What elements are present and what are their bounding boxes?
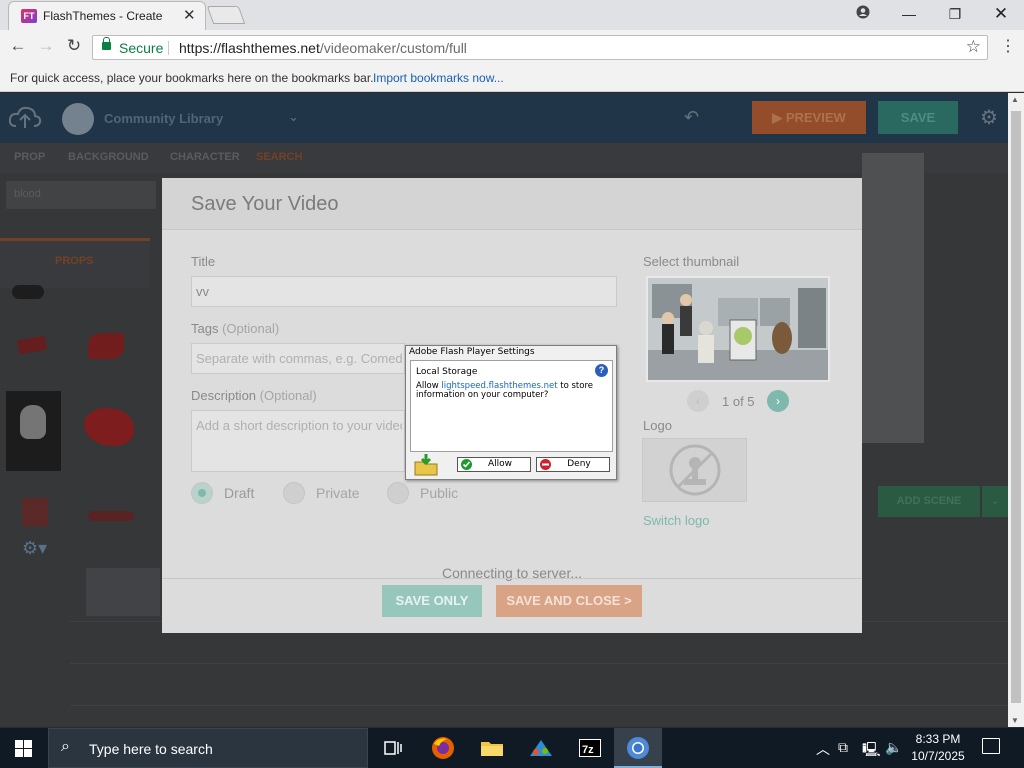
svg-text:7z: 7z [582,744,594,756]
title-input[interactable]: vv [191,276,617,307]
bookmarks-bar: For quick access, place your bookmarks h… [0,64,1024,92]
chrome-taskbar-button[interactable] [614,728,662,768]
task-view-icon[interactable] [379,734,407,762]
flash-settings-dialog: Adobe Flash Player Settings Local Storag… [405,345,617,480]
profile-icon[interactable] [846,3,880,25]
allow-label: Allow [487,459,513,469]
clock-date[interactable]: 10/7/2025 [908,749,968,763]
help-icon[interactable]: ? [595,364,608,377]
description-optional: (Optional) [259,388,317,403]
save-only-button[interactable]: SAVE ONLY [382,585,482,617]
chrome-menu-icon[interactable]: ⋮ [1000,36,1016,56]
import-bookmarks-link[interactable]: Import bookmarks now... [373,71,504,85]
flash-allow-button[interactable]: Allow [457,457,531,472]
taskbar-search-placeholder: Type here to search [89,741,213,757]
logo-label: Logo [643,418,672,433]
flash-message: Allow lightspeed.flashthemes.net to stor… [416,382,608,400]
description-label-text: Description [191,388,257,403]
volume-muted-icon[interactable]: 🔈 [885,739,902,756]
notifications-icon[interactable] [982,738,1000,754]
url-host: https://flashthemes.net [179,40,320,56]
flash-local-storage-panel: Local Storage ? Allow lightspeed.flashth… [410,360,613,452]
chrome-icon [627,737,649,759]
thumbnail-pager: 1 of 5 [722,394,755,409]
scroll-down-icon[interactable]: ▼ [1011,716,1019,725]
scrollbar-thumb[interactable] [1011,111,1021,703]
no-logo-icon [669,444,721,496]
address-bar[interactable]: Secure https://flashthemes.net/videomake… [92,35,988,60]
back-arrow-icon[interactable]: ← [7,36,29,56]
privacy-label-private: Private [316,485,360,501]
browser-tab-bar: FT FlashThemes - Create ✕ — ❐ ✕ [0,0,1024,30]
page-scrollbar[interactable]: ▲ ▼ [1008,93,1024,727]
minimize-button[interactable]: — [892,3,926,25]
privacy-radio-public[interactable] [387,482,409,504]
thumbnail-label: Select thumbnail [643,254,740,269]
modal-header: Save Your Video [162,178,862,230]
title-input-value: vv [196,284,209,299]
paint-app-icon[interactable] [527,734,555,762]
description-input[interactable]: Add a short description to your video [191,410,405,472]
browser-tab[interactable]: FT FlashThemes - Create ✕ [8,1,206,30]
local-storage-folder-icon [414,454,438,476]
forward-arrow-icon[interactable]: → [35,36,57,56]
flashthemes-favicon-icon: FT [21,9,37,23]
modal-title: Save Your Video [191,193,339,215]
lock-icon [102,37,111,50]
thumbnail-prev-button[interactable]: ‹ [687,390,709,412]
tab-close-icon[interactable]: ✕ [183,6,196,24]
title-label: Title [191,254,216,269]
tray-overflow-icon[interactable]: ︿ [816,739,830,759]
bookmark-star-icon[interactable]: ☆ [966,37,981,57]
firefox-icon[interactable] [429,734,457,762]
scroll-up-icon[interactable]: ▲ [1011,95,1019,104]
reload-icon[interactable]: ↻ [63,36,85,56]
url-text: https://flashthemes.net/videomaker/custo… [179,40,467,56]
privacy-label-draft: Draft [224,485,255,501]
file-explorer-icon[interactable] [478,734,506,762]
thumbnail-next-button[interactable]: › [767,390,789,412]
windows-start-icon[interactable] [15,740,32,757]
url-path: /videomaker/custom/full [319,40,467,56]
deny-label: Deny [567,459,591,469]
tags-label-text: Tags [191,321,219,336]
clock-time[interactable]: 8:33 PM [908,732,968,746]
privacy-radio-draft[interactable] [191,482,213,504]
tags-input[interactable]: Separate with commas, e.g. Comedy [191,343,405,374]
save-and-close-button[interactable]: SAVE AND CLOSE > [496,585,642,617]
switch-logo-link[interactable]: Switch logo [643,513,709,528]
tray-app-icon[interactable]: ⧉ [838,739,848,756]
flash-deny-button[interactable]: Deny [536,457,610,472]
7zip-icon[interactable]: 7z [576,734,604,762]
new-tab-button[interactable] [206,6,246,24]
secure-label: Secure [119,40,164,56]
omnibox-separator [168,41,169,55]
logo-preview [642,438,747,502]
tags-optional: (Optional) [222,321,280,336]
modal-footer-divider [162,578,862,579]
taskbar-search[interactable]: ⌕ Type here to search [48,728,368,768]
browser-toolbar: ← → ↻ Secure https://flashthemes.net/vid… [0,30,1024,64]
tags-placeholder: Separate with commas, e.g. Comedy [196,351,402,366]
maximize-button[interactable]: ❐ [938,3,972,25]
description-label: Description (Optional) [191,388,317,403]
privacy-radio-private[interactable] [283,482,305,504]
flash-section-title: Local Storage [416,367,478,377]
bookmarks-hint: For quick access, place your bookmarks h… [10,71,374,85]
tags-label: Tags (Optional) [191,321,279,336]
privacy-label-public: Public [420,485,459,501]
description-placeholder: Add a short description to your video [196,418,402,433]
thumbnail-image[interactable] [646,276,830,382]
windows-taskbar: ⌕ Type here to search 7z ︿ ⧉ 🖳 🔈 8:33 PM… [0,728,1024,768]
tab-title: FlashThemes - Create [43,9,163,23]
window-close-button[interactable]: ✕ [984,3,1018,25]
network-icon[interactable]: 🖳 [862,739,881,763]
flash-dialog-title: Adobe Flash Player Settings [409,347,535,357]
search-icon: ⌕ [61,738,70,755]
